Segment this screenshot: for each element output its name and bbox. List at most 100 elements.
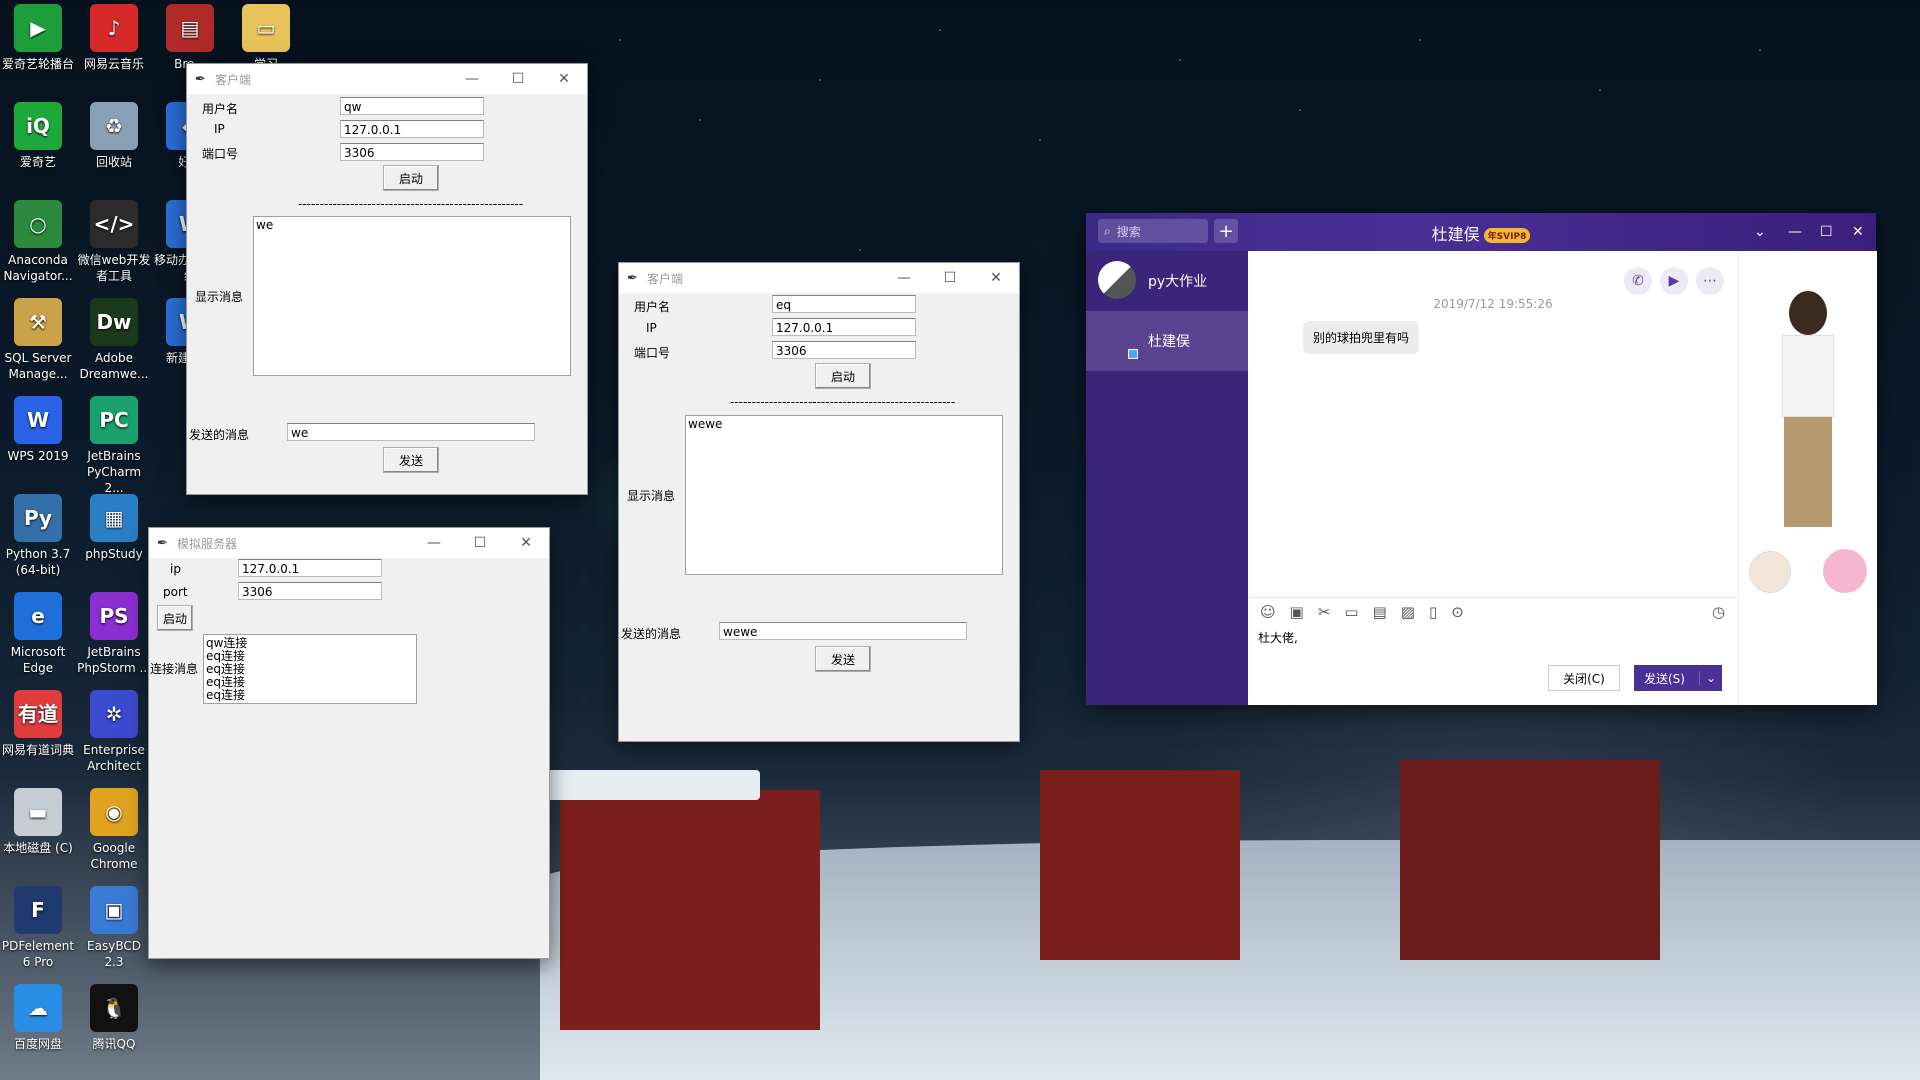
ip-field[interactable]: 127.0.0.1 bbox=[238, 559, 382, 577]
title-bar[interactable]: ✒ 客户端 — ☐ ✕ bbox=[187, 64, 587, 94]
desktop-icon[interactable]: ○ Anaconda Navigator... bbox=[0, 200, 76, 284]
client-window-2[interactable]: ✒ 客户端 — ☐ ✕ 用户名 eq IP 127.0.0.1 端口号 3306… bbox=[618, 262, 1020, 742]
desktop-icon[interactable]: PS JetBrains PhpStorm ... bbox=[76, 592, 152, 676]
start-button[interactable]: 启动 bbox=[383, 165, 439, 191]
edge-icon: e bbox=[14, 592, 62, 640]
avatar[interactable] bbox=[1749, 551, 1791, 593]
client-window-1[interactable]: ✒ 客户端 — ☐ ✕ 用户名 qw IP 127.0.0.1 端口号 3306… bbox=[186, 63, 588, 495]
desktop-icon[interactable]: ▭学习 bbox=[228, 4, 304, 72]
desktop-icon[interactable]: ♪ 网易云音乐 bbox=[76, 4, 152, 72]
start-button[interactable]: 启动 bbox=[815, 363, 871, 389]
connection-log-label: 连接消息 bbox=[150, 662, 199, 676]
more-icon[interactable]: ⋯ bbox=[1696, 267, 1724, 295]
minimize-icon[interactable]: — bbox=[1788, 213, 1802, 251]
maximize-icon[interactable]: ☐ bbox=[927, 263, 973, 293]
display-label: 显示消息 bbox=[195, 290, 244, 304]
folder-icon[interactable]: ▭ bbox=[1344, 603, 1358, 621]
wallpaper-cabin bbox=[1040, 770, 1240, 960]
gif-icon[interactable]: ▣ bbox=[1290, 603, 1304, 621]
desktop-icon[interactable]: ▣ EasyBCD 2.3 bbox=[76, 886, 152, 970]
username-field[interactable]: qw bbox=[340, 97, 484, 115]
send-button[interactable]: 发送 bbox=[815, 646, 871, 672]
desktop-icon[interactable]: Py Python 3.7 (64-bit) bbox=[0, 494, 76, 578]
maximize-icon[interactable]: ☐ bbox=[495, 64, 541, 94]
connection-log-textarea[interactable]: qw连接 eq连接 eq连接 eq连接 eq连接 bbox=[203, 634, 417, 704]
qq-chat-window[interactable]: ⌕ 搜索 + 杜建俣 年SVIP8 ⌄ — ☐ ✕ py大作业 杜建俣 ✆ ▶ ⋯… bbox=[1086, 213, 1877, 705]
ip-field[interactable]: 127.0.0.1 bbox=[772, 318, 916, 336]
username-field[interactable]: eq bbox=[772, 295, 916, 313]
history-clock-icon[interactable]: ◷ bbox=[1712, 603, 1725, 621]
desktop-icon[interactable]: F PDFelement 6 Pro bbox=[0, 886, 76, 970]
desktop-icon[interactable]: ▬ 本地磁盘 (C) bbox=[0, 788, 76, 856]
separator: ----------------------------------------… bbox=[730, 395, 956, 409]
desktop-icon[interactable]: ⚒ SQL Server Manage... bbox=[0, 298, 76, 382]
desktop-icon[interactable]: ◉ Google Chrome bbox=[76, 788, 152, 872]
phone-icon[interactable]: ✆ bbox=[1624, 267, 1652, 295]
minimize-icon[interactable]: — bbox=[881, 263, 927, 293]
input-divider bbox=[1248, 597, 1738, 598]
image-icon[interactable]: ▨ bbox=[1401, 603, 1415, 621]
desktop-icon[interactable]: e Microsoft Edge bbox=[0, 592, 76, 676]
desktop-icon[interactable]: ▤Bre... bbox=[152, 4, 228, 72]
close-icon[interactable]: ✕ bbox=[1852, 213, 1864, 251]
desktop-icon[interactable]: ▶ 爱奇艺轮播台 bbox=[0, 4, 76, 72]
qq-title-bar[interactable]: ⌕ 搜索 + 杜建俣 年SVIP8 ⌄ — ☐ ✕ bbox=[1086, 213, 1876, 251]
phpstudy-icon: ▦ bbox=[90, 494, 138, 542]
avatar[interactable] bbox=[1823, 549, 1867, 593]
message-input[interactable]: 杜大佬, bbox=[1258, 629, 1298, 646]
port-field[interactable]: 3306 bbox=[238, 582, 382, 600]
port-field[interactable]: 3306 bbox=[340, 143, 484, 161]
svip-badge: 年SVIP8 bbox=[1483, 228, 1531, 243]
close-icon[interactable]: ✕ bbox=[973, 263, 1019, 293]
emoji-icon[interactable]: ☺ bbox=[1260, 603, 1276, 621]
dreamweaver-icon: Dw bbox=[90, 298, 138, 346]
desktop-icon[interactable]: W WPS 2019 bbox=[0, 396, 76, 464]
desktop-icon[interactable]: ▦ phpStudy bbox=[76, 494, 152, 562]
title-bar[interactable]: ✒ 模拟服务器 — ☐ ✕ bbox=[149, 528, 549, 558]
display-textarea[interactable]: we bbox=[253, 216, 571, 376]
close-icon[interactable]: ✕ bbox=[503, 528, 549, 558]
shake-icon[interactable]: ▯ bbox=[1429, 603, 1437, 621]
recycle-bin-icon: ♻ bbox=[90, 102, 138, 150]
send-message-field[interactable]: we bbox=[287, 423, 535, 441]
chevron-down-icon[interactable]: ⌄ bbox=[1699, 671, 1722, 685]
chat-list-item[interactable]: py大作业 bbox=[1086, 251, 1248, 311]
maximize-icon[interactable]: ☐ bbox=[1820, 213, 1833, 251]
minimize-icon[interactable]: — bbox=[449, 64, 495, 94]
server-window[interactable]: ✒ 模拟服务器 — ☐ ✕ ip 127.0.0.1 port 3306 启动 … bbox=[148, 527, 550, 959]
close-button[interactable]: 关闭(C) bbox=[1548, 665, 1620, 691]
chat-list-item-active[interactable]: 杜建俣 bbox=[1086, 311, 1248, 371]
minimize-icon[interactable]: — bbox=[411, 528, 457, 558]
video-call-icon[interactable]: ▶ bbox=[1660, 267, 1688, 295]
desktop-icon[interactable]: </> 微信web开发者工具 bbox=[76, 200, 152, 284]
ip-field[interactable]: 127.0.0.1 bbox=[340, 120, 484, 138]
desktop-icon-label: EasyBCD 2.3 bbox=[87, 939, 141, 969]
file-icon[interactable]: ▤ bbox=[1373, 603, 1387, 621]
desktop-icon[interactable]: 有道 网易有道词典 bbox=[0, 690, 76, 758]
desktop-icon[interactable]: ♻ 回收站 bbox=[76, 102, 152, 170]
desktop-icon[interactable]: PC JetBrains PyCharm 2... bbox=[76, 396, 152, 496]
window-title: 客户端 bbox=[647, 271, 684, 286]
window-title: 客户端 bbox=[215, 72, 252, 87]
desktop-icon[interactable]: 🐧 腾讯QQ bbox=[76, 984, 152, 1052]
desktop-icon[interactable]: iQ 爱奇艺 bbox=[0, 102, 76, 170]
desktop-icon-label: 爱奇艺轮播台 bbox=[1, 57, 74, 71]
send-button[interactable]: 发送(S) ⌄ bbox=[1634, 665, 1722, 691]
pdfelement-icon: F bbox=[14, 886, 62, 934]
send-button[interactable]: 发送 bbox=[383, 447, 439, 473]
port-field[interactable]: 3306 bbox=[772, 341, 916, 359]
send-message-field[interactable]: wewe bbox=[719, 622, 967, 640]
chrome-icon: ◉ bbox=[90, 788, 138, 836]
more-options-icon[interactable]: ⊙ bbox=[1451, 603, 1464, 621]
chevron-down-icon[interactable]: ⌄ bbox=[1754, 213, 1766, 251]
desktop-icon[interactable]: Dw Adobe Dreamwe... bbox=[76, 298, 152, 382]
title-bar[interactable]: ✒ 客户端 — ☐ ✕ bbox=[619, 263, 1019, 293]
close-icon[interactable]: ✕ bbox=[541, 64, 587, 94]
scissors-icon[interactable]: ✂ bbox=[1318, 603, 1331, 621]
maximize-icon[interactable]: ☐ bbox=[457, 528, 503, 558]
start-button[interactable]: 启动 bbox=[157, 605, 193, 631]
desktop-icon[interactable]: ✲ Enterprise Architect bbox=[76, 690, 152, 774]
desktop-icon-label: Google Chrome bbox=[90, 841, 138, 871]
display-textarea[interactable]: wewe bbox=[685, 415, 1003, 575]
desktop-icon[interactable]: ☁ 百度网盘 bbox=[0, 984, 76, 1052]
